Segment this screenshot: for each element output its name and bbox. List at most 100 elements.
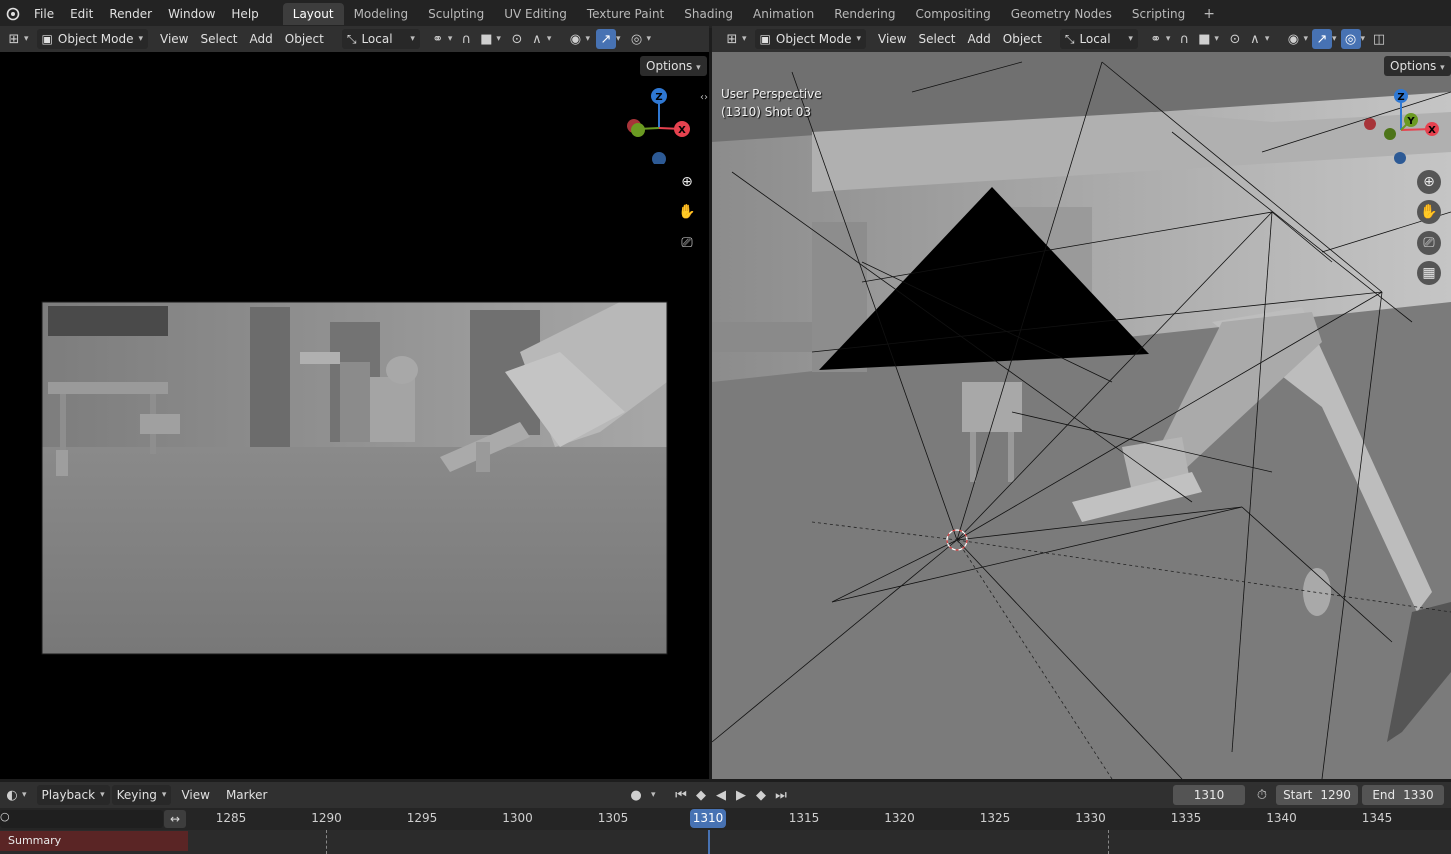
- blender-logo-icon[interactable]: [0, 0, 26, 28]
- camera-viewport[interactable]: Options ▾ Z X ⊕ ✋ ⎚ ‹›: [0, 52, 709, 779]
- menu-help[interactable]: Help: [223, 0, 266, 28]
- view-menu[interactable]: View: [154, 29, 194, 49]
- tab-layout[interactable]: Layout: [282, 3, 344, 25]
- pan-hand-icon[interactable]: ✋: [1417, 200, 1441, 224]
- visibility-eye-icon[interactable]: ◉: [1283, 29, 1303, 49]
- tab-scripting[interactable]: Scripting: [1122, 3, 1195, 25]
- add-menu[interactable]: Add: [962, 29, 997, 49]
- falloff-icon[interactable]: ∧: [527, 29, 547, 49]
- summary-channel[interactable]: Summary: [0, 831, 188, 851]
- navigation-gizmo[interactable]: Z X: [620, 84, 700, 164]
- stopwatch-icon[interactable]: ⏱: [1252, 785, 1272, 805]
- playhead-line: [708, 830, 710, 854]
- overlays-icon[interactable]: ◎: [627, 29, 647, 49]
- chevron-down-icon: ▾: [585, 34, 590, 44]
- jump-end-icon[interactable]: ⏭: [771, 785, 791, 805]
- gizmo-toggle-icon[interactable]: ↗: [595, 29, 616, 49]
- keying-dropdown[interactable]: Keying ▾: [111, 785, 172, 805]
- snap-target-icon[interactable]: ■: [476, 29, 496, 49]
- menu-window[interactable]: Window: [160, 0, 223, 28]
- timeline-view-menu[interactable]: View: [175, 785, 215, 805]
- gizmo-neg-z-axis[interactable]: [1394, 152, 1406, 164]
- gizmo-y-axis[interactable]: [631, 123, 645, 137]
- editor-type-icon[interactable]: ⊞: [4, 29, 24, 49]
- sync-icon[interactable]: ↔: [164, 810, 186, 828]
- snap-target-icon[interactable]: ■: [1194, 29, 1214, 49]
- snap-icon[interactable]: ∩: [456, 29, 476, 49]
- jump-start-icon[interactable]: ⏮: [671, 785, 691, 805]
- timeline-body[interactable]: Summary: [0, 830, 1451, 854]
- play-reverse-icon[interactable]: ◀: [711, 785, 731, 805]
- next-keyframe-icon[interactable]: ◆: [751, 785, 771, 805]
- timeline-search-input[interactable]: ○: [0, 810, 163, 828]
- add-menu[interactable]: Add: [244, 29, 279, 49]
- object-menu[interactable]: Object: [279, 29, 330, 49]
- transform-orientation-dropdown[interactable]: ⤡ Local ▾: [341, 29, 420, 49]
- ortho-grid-icon[interactable]: ▦: [1417, 261, 1441, 285]
- timeline-tick-label: 1295: [406, 811, 438, 825]
- chevron-down-icon: ▾: [856, 34, 861, 44]
- gizmo-neg-x-axis[interactable]: [1364, 118, 1376, 130]
- camera-view-icon[interactable]: ⎚: [675, 231, 699, 255]
- tab-uv-editing[interactable]: UV Editing: [494, 3, 577, 25]
- falloff-icon[interactable]: ∧: [1245, 29, 1265, 49]
- zoom-icon[interactable]: ⊕: [1417, 170, 1441, 194]
- tab-compositing[interactable]: Compositing: [905, 3, 1000, 25]
- view-menu[interactable]: View: [872, 29, 912, 49]
- chevron-down-icon: ▾: [496, 34, 501, 44]
- chevron-down-icon: ▾: [1440, 63, 1445, 73]
- overlays-icon[interactable]: ◎: [1340, 29, 1361, 49]
- timeline-tick-label: 1320: [884, 811, 915, 825]
- proportional-edit-icon[interactable]: ⊙: [1225, 29, 1245, 49]
- snap-icon[interactable]: ∩: [1174, 29, 1194, 49]
- gizmo-neg-z-axis[interactable]: [652, 152, 666, 164]
- current-frame-field[interactable]: 1310: [1173, 785, 1245, 805]
- zoom-icon[interactable]: ⊕: [675, 170, 699, 194]
- tab-geometry-nodes[interactable]: Geometry Nodes: [1001, 3, 1122, 25]
- record-keyframe-icon[interactable]: ●: [626, 785, 646, 805]
- chevron-down-icon: ▾: [1264, 34, 1270, 44]
- tab-texture-paint[interactable]: Texture Paint: [577, 3, 674, 25]
- play-icon[interactable]: ▶: [731, 785, 751, 805]
- object-menu[interactable]: Object: [997, 29, 1048, 49]
- pan-hand-icon[interactable]: ✋: [675, 200, 699, 224]
- gizmo-toggle-icon[interactable]: ↗: [1311, 29, 1332, 49]
- viewport-perspective-label: User Perspective: [721, 87, 822, 101]
- menu-edit[interactable]: Edit: [62, 0, 101, 28]
- gizmo-neg-y-axis[interactable]: [1384, 128, 1396, 140]
- camera-view-icon[interactable]: ⎚: [1417, 231, 1441, 255]
- prev-keyframe-icon[interactable]: ◆: [691, 785, 711, 805]
- camera-scene-render: [41, 301, 668, 655]
- playback-dropdown[interactable]: Playback ▾: [36, 785, 110, 805]
- proportional-edit-icon[interactable]: ⊙: [507, 29, 527, 49]
- sidebar-toggle-icon[interactable]: ‹›: [700, 92, 708, 103]
- tab-sculpting[interactable]: Sculpting: [418, 3, 494, 25]
- tab-modeling[interactable]: Modeling: [344, 3, 419, 25]
- object-mode-dropdown[interactable]: ▣ Object Mode ▾: [754, 29, 866, 49]
- tab-shading[interactable]: Shading: [674, 3, 743, 25]
- pivot-point-icon[interactable]: ⚭: [1146, 29, 1166, 49]
- editor-type-icon[interactable]: ⊞: [722, 29, 742, 49]
- object-mode-dropdown[interactable]: ▣ Object Mode ▾: [36, 29, 148, 49]
- menu-render[interactable]: Render: [101, 0, 160, 28]
- timeline-ruler[interactable]: ○ ↔ 1285 1290 1295 1300 1305 1315 1320 1325 1330…: [0, 808, 1451, 830]
- start-frame-field[interactable]: Start 1290: [1276, 785, 1358, 805]
- navigation-gizmo[interactable]: Z X Y: [1360, 84, 1450, 164]
- transform-orientation-dropdown[interactable]: ⤡ Local ▾: [1059, 29, 1138, 49]
- right-viewport-header: ⊞ ▾ ▣ Object Mode ▾ View Select Add Objec…: [712, 26, 1451, 52]
- select-menu[interactable]: Select: [912, 29, 961, 49]
- timeline-marker-menu[interactable]: Marker: [220, 785, 273, 805]
- options-dropdown[interactable]: Options ▾: [1384, 56, 1451, 76]
- visibility-eye-icon[interactable]: ◉: [565, 29, 585, 49]
- add-workspace-button[interactable]: +: [1195, 6, 1223, 22]
- menu-file[interactable]: File: [26, 0, 62, 28]
- tab-animation[interactable]: Animation: [743, 3, 824, 25]
- tab-rendering[interactable]: Rendering: [824, 3, 905, 25]
- timeline-editor-icon[interactable]: ◐: [2, 785, 22, 805]
- select-menu[interactable]: Select: [194, 29, 243, 49]
- end-frame-field[interactable]: End 1330: [1362, 785, 1444, 805]
- xray-toggle-icon[interactable]: ◫: [1369, 29, 1389, 49]
- pivot-point-icon[interactable]: ⚭: [428, 29, 448, 49]
- perspective-viewport[interactable]: Options ▾ User Perspective (1310) Shot 0…: [712, 52, 1451, 779]
- chevron-down-icon: ▾: [546, 34, 552, 44]
